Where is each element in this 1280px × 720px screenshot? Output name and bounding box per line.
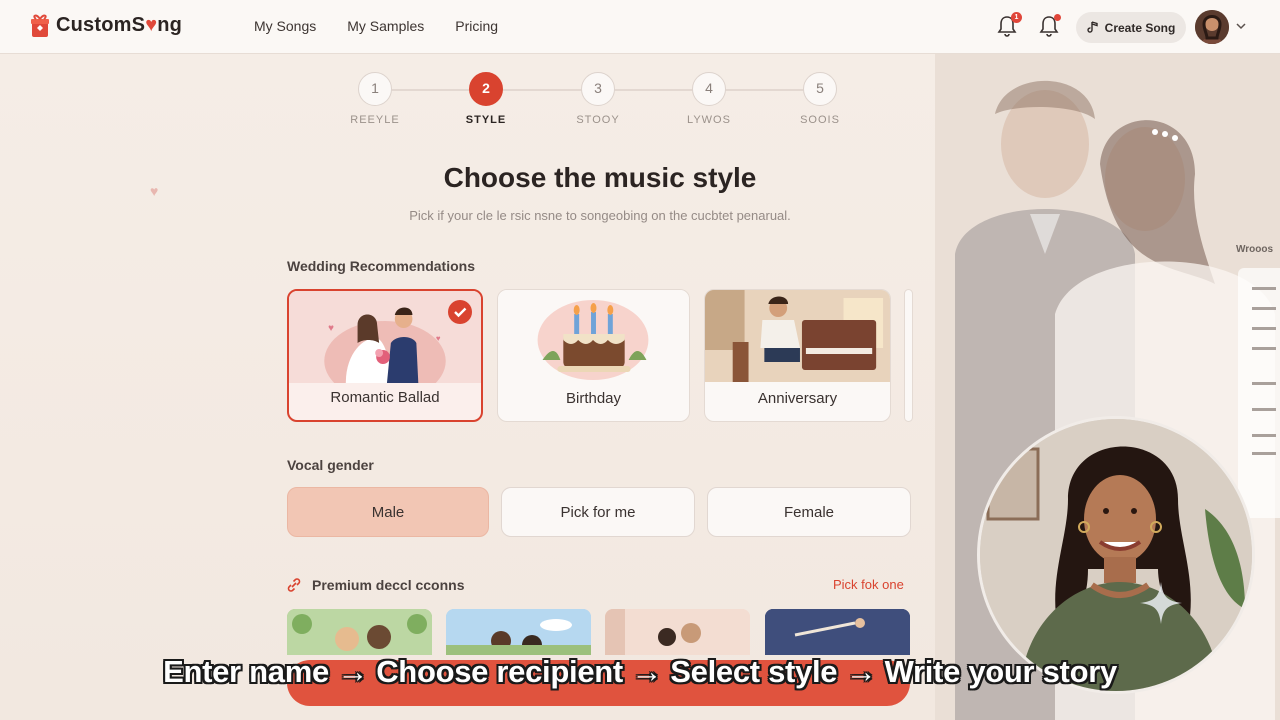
side-text-line xyxy=(1252,307,1276,310)
step-number: 3 xyxy=(581,72,615,106)
card-label: Romantic Ballad xyxy=(330,389,440,406)
style-card-anniversary[interactable]: Anniversary xyxy=(704,289,891,422)
alert-dot xyxy=(1054,14,1061,21)
vocal-pick-for-me-button[interactable]: Pick for me xyxy=(501,487,695,537)
top-navbar: CustomS♥ng My Songs My Samples Pricing 1… xyxy=(0,0,1280,54)
vocal-female-button[interactable]: Female xyxy=(707,487,911,537)
avatar-image xyxy=(1195,10,1229,44)
side-panel-heading: Wrooos xyxy=(1236,244,1274,255)
step-5[interactable]: 5 SOOIS xyxy=(785,72,855,126)
notifications-button[interactable]: 1 xyxy=(997,12,1022,39)
progress-stepper: 1 REEYLE 2 STYLE 3 STOOY 4 LYWOS 5 SOOIS xyxy=(340,72,860,132)
app-logo[interactable]: CustomS♥ng xyxy=(30,13,182,37)
card-label: Birthday xyxy=(565,390,622,407)
step-label: STYLE xyxy=(465,114,507,126)
step-number: 2 xyxy=(469,72,503,106)
style-card-birthday[interactable]: Birthday xyxy=(497,289,690,422)
link-icon xyxy=(287,578,301,592)
gift-logo-icon xyxy=(31,14,49,37)
step-label: REEYLE xyxy=(350,114,400,126)
side-panel-fragment xyxy=(1238,268,1280,518)
side-text-line xyxy=(1252,347,1276,350)
main-nav: My Songs My Samples Pricing xyxy=(254,18,498,34)
page-title: Choose the music style xyxy=(443,162,757,193)
side-text-line xyxy=(1252,408,1276,411)
pick-for-me-link[interactable]: Pick fok one xyxy=(833,577,904,592)
step-2[interactable]: 2 STYLE xyxy=(451,72,521,126)
chevron-down-icon[interactable] xyxy=(1236,21,1246,31)
card-label: Anniversary xyxy=(757,390,838,407)
nav-my-songs[interactable]: My Songs xyxy=(254,18,316,34)
side-text-line xyxy=(1252,452,1276,455)
svg-text:♥: ♥ xyxy=(436,334,441,343)
piano-player-illustration xyxy=(705,290,890,382)
birthday-cake-illustration xyxy=(498,290,689,382)
selected-check-icon xyxy=(448,300,472,324)
app-name: CustomS♥ng xyxy=(56,13,183,36)
vocal-male-button[interactable]: Male xyxy=(287,487,489,537)
nav-my-samples[interactable]: My Samples xyxy=(347,18,424,34)
step-number: 5 xyxy=(803,72,837,106)
page-subtitle: Pick if your cle le rsic nsne to songeob… xyxy=(409,208,791,223)
recommendations-heading: Wedding Recommendations xyxy=(287,258,475,274)
notification-count-badge: 1 xyxy=(1011,12,1022,23)
premium-heading: Premium deccl cconns xyxy=(312,577,465,593)
user-avatar[interactable] xyxy=(1195,10,1229,44)
create-song-button[interactable]: Create Song xyxy=(1076,12,1186,43)
step-4[interactable]: 4 LYWOS xyxy=(674,72,744,126)
step-number: 1 xyxy=(358,72,392,106)
music-note-icon xyxy=(1086,21,1098,33)
step-1[interactable]: 1 REEYLE xyxy=(340,72,410,126)
step-label: LYWOS xyxy=(687,114,731,126)
side-text-line xyxy=(1252,382,1276,385)
sparkle-icon xyxy=(1140,582,1182,624)
video-caption: Enter name → Choose recipient → Select s… xyxy=(163,654,1117,689)
side-text-line xyxy=(1252,434,1276,437)
step-label: SOOIS xyxy=(800,114,840,126)
alerts-button[interactable] xyxy=(1039,14,1061,39)
side-text-line xyxy=(1252,287,1276,290)
vocal-gender-heading: Vocal gender xyxy=(287,457,374,473)
nav-pricing[interactable]: Pricing xyxy=(455,18,498,34)
side-text-line xyxy=(1252,327,1276,330)
step-3[interactable]: 3 STOOY xyxy=(563,72,633,126)
create-song-label: Create Song xyxy=(1104,20,1176,35)
style-card-partial[interactable] xyxy=(904,289,913,422)
step-label: STOOY xyxy=(576,114,620,126)
svg-text:♥: ♥ xyxy=(328,323,334,334)
style-card-romantic-ballad[interactable]: ♥ ♥ Romantic Ballad xyxy=(287,289,483,422)
step-number: 4 xyxy=(692,72,726,106)
